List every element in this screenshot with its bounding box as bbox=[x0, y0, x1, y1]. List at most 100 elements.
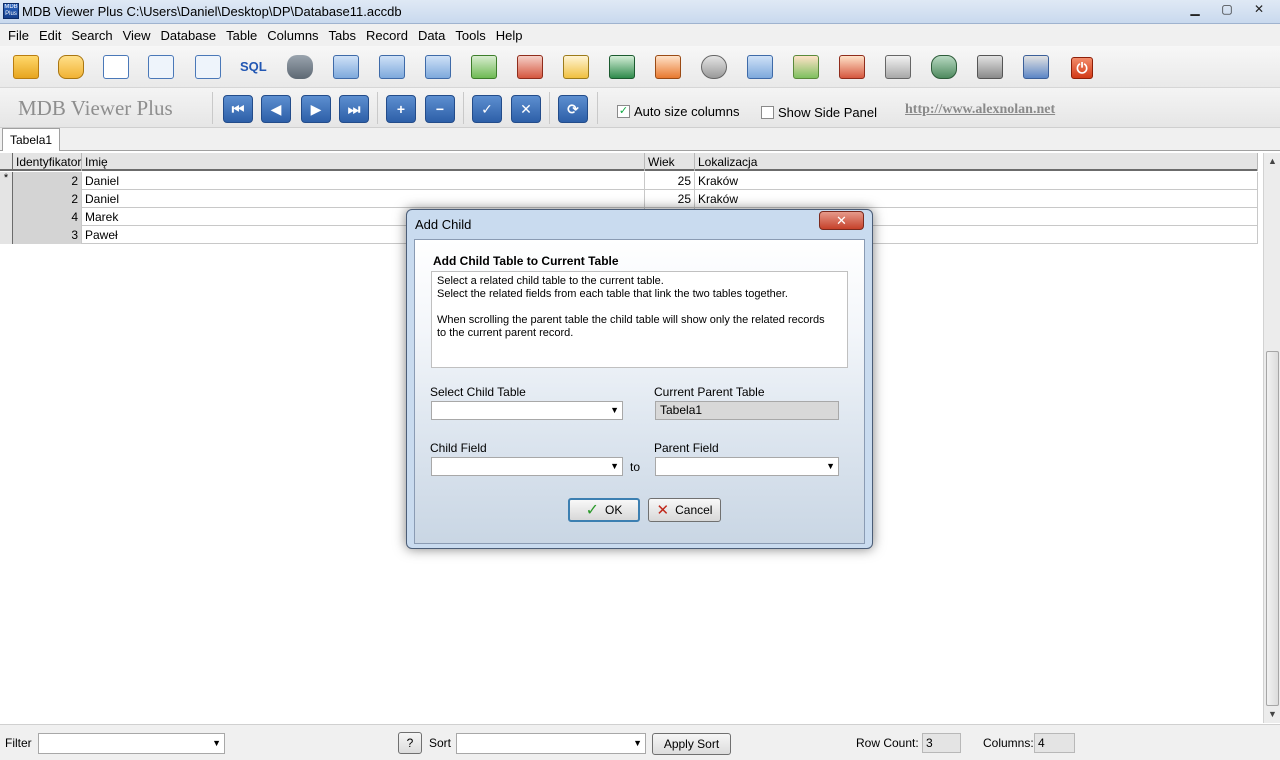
tab-tabela1[interactable]: Tabela1 bbox=[2, 128, 61, 151]
sort-combo[interactable]: ▼ bbox=[456, 733, 646, 754]
dialog-body: Add Child Table to Current Table Select … bbox=[414, 239, 865, 544]
current-parent-table-label: Current Parent Table bbox=[654, 385, 765, 399]
post-record-button[interactable]: ✓ bbox=[472, 95, 502, 123]
scroll-up-icon[interactable]: ▲ bbox=[1264, 153, 1280, 170]
table-relation-add-icon[interactable] bbox=[790, 51, 822, 83]
import-icon[interactable] bbox=[974, 51, 1006, 83]
dialog-title: Add Child bbox=[415, 217, 472, 232]
cell-lokalizacja[interactable]: Kraków bbox=[695, 172, 1258, 190]
apply-sort-button[interactable]: Apply Sort bbox=[652, 733, 731, 755]
current-parent-table-field: Tabela1 bbox=[655, 401, 839, 420]
cell-imie[interactable]: Daniel bbox=[82, 172, 645, 190]
table-info-icon[interactable] bbox=[422, 51, 454, 83]
export-icon[interactable] bbox=[1020, 51, 1052, 83]
refresh-data-button[interactable]: ⟳ bbox=[558, 95, 588, 123]
table-remove-icon[interactable] bbox=[514, 51, 546, 83]
ok-button[interactable]: ✓ OK bbox=[568, 498, 640, 522]
table-icon[interactable] bbox=[330, 51, 362, 83]
menu-help[interactable]: Help bbox=[494, 26, 529, 45]
menu-record[interactable]: Record bbox=[364, 26, 414, 45]
menu-search[interactable]: Search bbox=[69, 26, 118, 45]
cancel-edit-button[interactable]: ✕ bbox=[511, 95, 541, 123]
filter-help-button[interactable]: ? bbox=[398, 732, 422, 754]
table-edit-icon[interactable] bbox=[560, 51, 592, 83]
sql-icon[interactable]: SQL bbox=[237, 51, 269, 83]
row-marker[interactable] bbox=[0, 190, 13, 208]
menu-edit[interactable]: Edit bbox=[37, 26, 67, 45]
last-record-button[interactable]: ⏭ bbox=[339, 95, 369, 123]
cell-imie[interactable]: Daniel bbox=[82, 190, 645, 208]
to-label: to bbox=[630, 460, 641, 474]
table-row[interactable]: 2 Daniel 25 Kraków bbox=[0, 190, 1258, 208]
minimize-button[interactable]: ▁ bbox=[1180, 0, 1210, 18]
first-record-button[interactable]: ⏮ bbox=[223, 95, 253, 123]
table-split-icon[interactable] bbox=[744, 51, 776, 83]
parent-field-label: Parent Field bbox=[654, 441, 719, 455]
cancel-button[interactable]: ✕ Cancel bbox=[648, 498, 721, 522]
delete-record-button[interactable]: − bbox=[425, 95, 455, 123]
row-marker[interactable] bbox=[0, 226, 13, 244]
columns-value: 4 bbox=[1034, 733, 1075, 753]
dialog-close-button[interactable]: ✕ bbox=[819, 211, 864, 230]
table-link-icon[interactable] bbox=[652, 51, 684, 83]
cell-identyfikator[interactable]: 2 bbox=[13, 190, 82, 208]
table-row[interactable]: * 2 Daniel 25 Kraków bbox=[0, 172, 1258, 190]
table-tabs: Tabela1 bbox=[0, 128, 1280, 151]
cell-identyfikator[interactable]: 2 bbox=[13, 172, 82, 190]
row-marker[interactable] bbox=[0, 208, 13, 226]
status-bar: Filter ▼ ? Sort ▼ Apply Sort Row Count: … bbox=[0, 724, 1280, 760]
child-field-combo[interactable]: ▼ bbox=[431, 457, 623, 476]
close-window-button[interactable]: ✕ bbox=[1244, 0, 1274, 18]
cell-wiek[interactable]: 25 bbox=[645, 172, 695, 190]
window-title: MDB Viewer Plus C:\Users\Daniel\Desktop\… bbox=[22, 4, 402, 19]
menu-tools[interactable]: Tools bbox=[453, 26, 491, 45]
row-marker[interactable]: * bbox=[0, 172, 13, 190]
menu-table[interactable]: Table bbox=[224, 26, 263, 45]
filter-combo[interactable]: ▼ bbox=[38, 733, 225, 754]
zoom-icon[interactable] bbox=[145, 51, 177, 83]
refresh-icon[interactable] bbox=[55, 51, 87, 83]
child-field-label: Child Field bbox=[430, 441, 487, 455]
add-record-button[interactable]: + bbox=[386, 95, 416, 123]
menu-data[interactable]: Data bbox=[416, 26, 451, 45]
maximize-button[interactable]: ▢ bbox=[1212, 0, 1242, 18]
cell-identyfikator[interactable]: 3 bbox=[13, 226, 82, 244]
website-link[interactable]: http://www.alexnolan.net bbox=[905, 102, 1055, 118]
search-icon[interactable] bbox=[192, 51, 224, 83]
cell-lokalizacja[interactable]: Kraków bbox=[695, 190, 1258, 208]
column-header-lokalizacja[interactable]: Lokalizacja bbox=[695, 153, 1258, 171]
document-icon[interactable] bbox=[100, 51, 132, 83]
column-header-wiek[interactable]: Wiek bbox=[645, 153, 695, 171]
scroll-down-icon[interactable]: ▼ bbox=[1264, 706, 1280, 723]
show-side-panel-checkbox[interactable]: Show Side Panel bbox=[761, 105, 877, 120]
database-add-icon[interactable] bbox=[284, 51, 316, 83]
scroll-thumb[interactable] bbox=[1266, 351, 1279, 706]
column-header-imie[interactable]: Imię bbox=[82, 153, 645, 171]
settings-icon[interactable] bbox=[698, 51, 730, 83]
select-child-table-combo[interactable]: ▼ bbox=[431, 401, 623, 420]
vertical-scrollbar[interactable]: ▲ ▼ bbox=[1263, 153, 1280, 723]
parent-field-combo[interactable]: ▼ bbox=[655, 457, 839, 476]
menu-tabs[interactable]: Tabs bbox=[327, 26, 362, 45]
prev-record-button[interactable]: ◀ bbox=[261, 95, 291, 123]
open-folder-icon[interactable] bbox=[10, 51, 42, 83]
print-icon[interactable] bbox=[882, 51, 914, 83]
grid-header: Identyfikator Imię Wiek Lokalizacja bbox=[0, 153, 1258, 171]
menu-database[interactable]: Database bbox=[159, 26, 223, 45]
menu-file[interactable]: File bbox=[6, 26, 35, 45]
menu-columns[interactable]: Columns bbox=[265, 26, 324, 45]
column-header-identyfikator[interactable]: Identyfikator bbox=[13, 153, 82, 171]
rename-icon[interactable] bbox=[606, 51, 638, 83]
close-icon: ✕ bbox=[656, 502, 670, 519]
table-relation-remove-icon[interactable] bbox=[836, 51, 868, 83]
menu-view[interactable]: View bbox=[121, 26, 157, 45]
auto-size-columns-checkbox[interactable]: ✓ Auto size columns bbox=[617, 104, 740, 119]
cell-wiek[interactable]: 25 bbox=[645, 190, 695, 208]
brand-label: MDB Viewer Plus bbox=[18, 96, 173, 120]
columns-icon[interactable] bbox=[376, 51, 408, 83]
power-icon[interactable]: ⏻ bbox=[1066, 51, 1098, 83]
database-icon[interactable] bbox=[928, 51, 960, 83]
table-add-icon[interactable] bbox=[468, 51, 500, 83]
cell-identyfikator[interactable]: 4 bbox=[13, 208, 82, 226]
next-record-button[interactable]: ▶ bbox=[301, 95, 331, 123]
